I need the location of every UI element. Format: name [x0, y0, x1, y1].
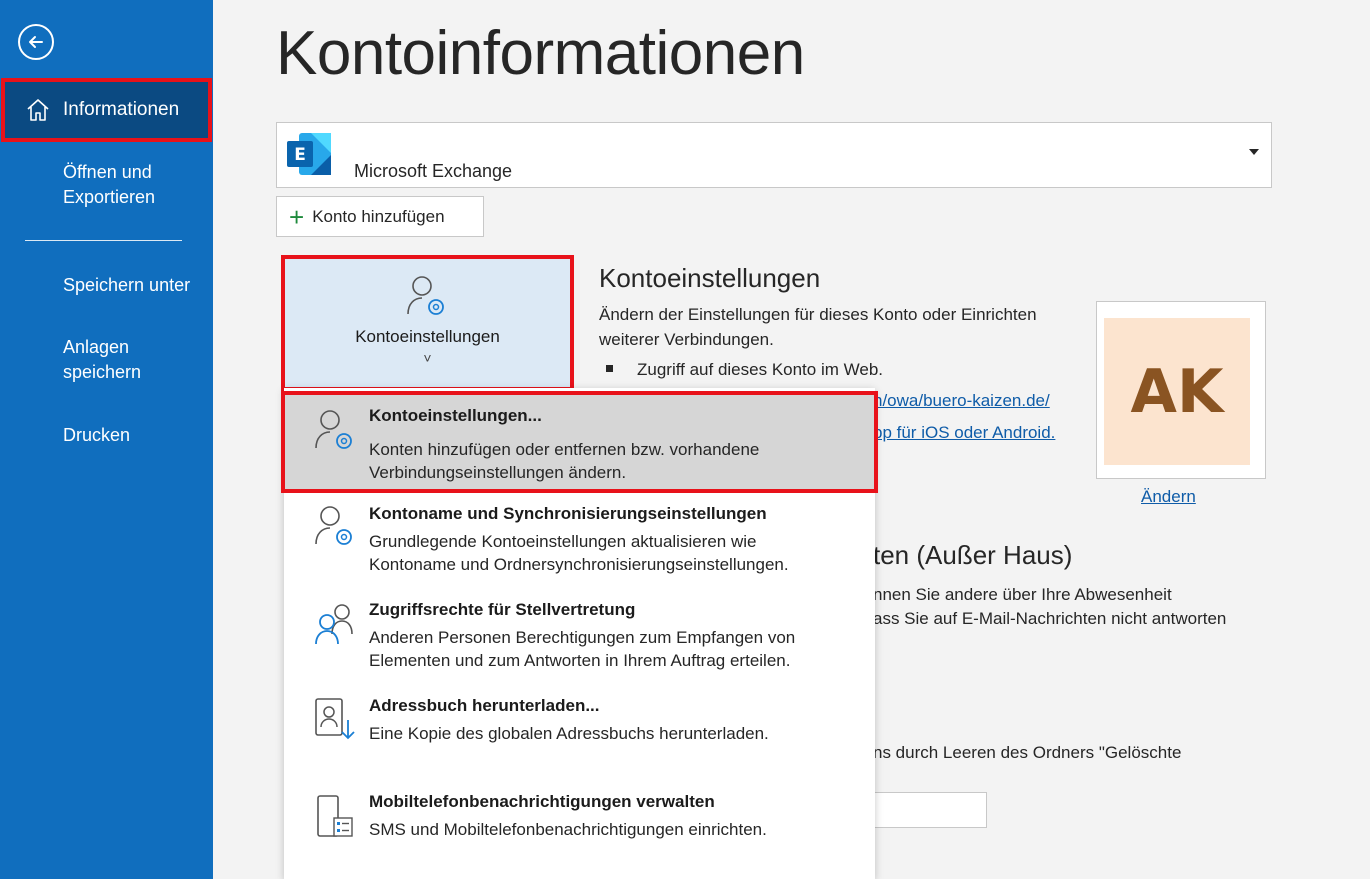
menu-item-description: SMS und Mobiltelefonbenachrichtigungen e…	[369, 818, 849, 841]
avatar: AK	[1104, 318, 1250, 465]
backstage-sidebar: Informationen Öffnen und Exportieren Spe…	[0, 0, 213, 879]
web-access-text: Zugriff auf dieses Konto im Web.	[637, 360, 883, 379]
menu-item-kontoeinstellungen[interactable]: Kontoeinstellungen... Konten hinzufügen …	[281, 391, 878, 493]
delegate-users-icon	[315, 604, 353, 645]
description-line: Ändern der Einstellungen für dieses Kont…	[599, 305, 1037, 324]
chevron-down-icon	[1249, 149, 1259, 155]
sidebar-item-oeffnen-exportieren[interactable]: Öffnen und Exportieren	[63, 160, 155, 210]
menu-item-description: Anderen Personen Berechtigungen zum Empf…	[369, 626, 849, 672]
sidebar-item-anlagen-speichern[interactable]: Anlagen speichern	[63, 335, 141, 385]
description-line: Verbindungseinstellungen ändern.	[369, 463, 627, 482]
menu-item-title: Kontoeinstellungen...	[369, 406, 542, 425]
cleanup-line: ns durch Leeren des Ordners "Gelöschte	[873, 743, 1182, 762]
exchange-logo-icon: E	[287, 133, 331, 175]
section-title-kontoeinstellungen: Kontoeinstellungen	[599, 263, 821, 293]
plus-icon: +	[289, 201, 305, 232]
change-avatar-link[interactable]: Ändern	[1141, 487, 1196, 507]
menu-item-description: Eine Kopie des globalen Adressbuchs heru…	[369, 722, 849, 745]
user-gear-icon	[407, 276, 444, 315]
add-account-button[interactable]: + Konto hinzufügen	[276, 196, 484, 237]
tool-button[interactable]	[874, 792, 987, 828]
description-line: weiterer Verbindungen.	[599, 330, 774, 349]
account-settings-label: Kontoeinstellungen	[355, 327, 500, 346]
sidebar-item-speichern-unter[interactable]: Speichern unter	[63, 273, 190, 298]
menu-item-mobiltelefon[interactable]: Mobiltelefonbenachrichtigungen verwalten…	[284, 784, 875, 854]
back-button[interactable]	[18, 24, 54, 60]
chevron-down-icon: ˅	[423, 350, 432, 366]
description-line: SMS und Mobiltelefonbenachrichtigungen e…	[369, 820, 767, 839]
menu-item-description: Konten hinzufügen oder entfernen bzw. vo…	[369, 438, 849, 484]
sidebar-item-label: Anlagen	[63, 337, 130, 357]
sidebar-item-drucken[interactable]: Drucken	[63, 423, 130, 448]
settings-description: Ändern der Einstellungen für dieses Kont…	[599, 302, 1037, 352]
auto-reply-line: nnen Sie andere über Ihre Abwesenheit	[873, 585, 1172, 604]
account-selector[interactable]: E Microsoft Exchange	[276, 122, 1272, 188]
svg-text:E: E	[294, 145, 306, 165]
description-line: Grundlegende Kontoeinstellungen aktualis…	[369, 532, 757, 551]
menu-item-title: Kontoname und Synchronisierungseinstellu…	[369, 504, 767, 523]
account-settings-button[interactable]: Kontoeinstellungen ˅	[281, 255, 574, 391]
menu-item-title: Zugriffsrechte für Stellvertretung	[369, 600, 636, 619]
menu-item-adressbuch[interactable]: Adressbuch herunterladen... Eine Kopie d…	[284, 688, 875, 758]
auto-reply-line: ass Sie auf E-Mail-Nachrichten nicht ant…	[873, 609, 1227, 628]
account-name: Microsoft Exchange	[354, 161, 513, 181]
sidebar-item-label: Exportieren	[63, 187, 156, 207]
address-book-download-icon	[315, 698, 355, 740]
menu-item-kontoname-sync[interactable]: Kontoname und Synchronisierungseinstellu…	[284, 496, 875, 586]
description-line: Elementen und zum Antworten in Ihrem Auf…	[369, 651, 791, 670]
description-line: Konten hinzufügen oder entfernen bzw. vo…	[369, 440, 760, 459]
section-title-auto-reply: ten (Außer Haus)	[873, 540, 1073, 570]
mobile-app-link[interactable]: pp für iOS oder Android.	[873, 420, 1055, 445]
sidebar-divider	[25, 240, 182, 241]
menu-item-title: Adressbuch herunterladen...	[369, 696, 600, 715]
sidebar-item-informationen[interactable]: Informationen	[1, 78, 212, 142]
owa-link[interactable]: n/owa/buero-kaizen.de/	[873, 388, 1050, 413]
sidebar-item-label: speichern	[63, 362, 142, 382]
menu-item-title: Mobiltelefonbenachrichtigungen verwalten	[369, 792, 715, 811]
menu-item-stellvertretung[interactable]: Zugriffsrechte für Stellvertretung Ander…	[284, 592, 875, 682]
home-icon	[27, 99, 49, 121]
user-gear-icon	[315, 506, 352, 545]
sidebar-item-label: Informationen	[63, 99, 180, 120]
bullet-icon	[606, 365, 613, 372]
menu-item-description: Grundlegende Kontoeinstellungen aktualis…	[369, 530, 849, 576]
arrow-left-icon	[29, 36, 43, 48]
account-settings-menu: Kontoeinstellungen... Konten hinzufügen …	[281, 388, 878, 879]
description-line: Anderen Personen Berechtigungen zum Empf…	[369, 628, 796, 647]
mobile-notification-icon	[317, 795, 353, 837]
sidebar-item-label: Öffnen und	[63, 162, 152, 182]
description-line: Kontoname und Ordnersynchronisierungsein…	[369, 555, 789, 574]
add-account-label: Konto hinzufügen	[312, 206, 445, 226]
description-line: Eine Kopie des globalen Adressbuchs heru…	[369, 724, 769, 743]
page-title: Kontoinformationen	[276, 19, 805, 88]
user-gear-icon	[315, 410, 352, 449]
